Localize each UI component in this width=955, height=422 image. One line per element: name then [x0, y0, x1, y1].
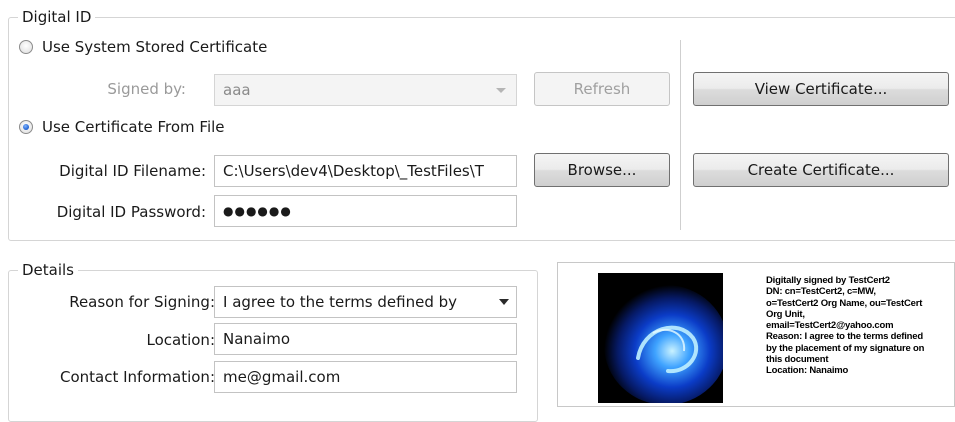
signature-image [598, 273, 723, 403]
filename-value: C:\Users\dev4\Desktop\_TestFiles\T [223, 162, 484, 180]
signature-preview: Digitally signed by TestCert2 DN: cn=Tes… [557, 262, 955, 407]
contact-input[interactable]: me@gmail.com [214, 361, 517, 393]
reason-value: I agree to the terms defined by [223, 293, 458, 311]
signature-swirl-graphic [598, 273, 723, 403]
contact-value: me@gmail.com [223, 368, 341, 386]
password-value: ●●●●●● [223, 204, 292, 218]
reason-label: Reason for Signing: [69, 293, 215, 311]
sig-line: email=TestCert2@yahoo.com [766, 320, 894, 332]
reason-select[interactable]: I agree to the terms defined by [214, 286, 517, 318]
refresh-button[interactable]: Refresh [534, 72, 670, 106]
sig-line: Reason: I agree to the terms defined [766, 331, 923, 343]
location-input[interactable]: Nanaimo [214, 323, 517, 355]
signed-by-value: aaa [223, 81, 251, 99]
sig-line: this document [766, 354, 829, 366]
sig-line: by the placement of my signature on [766, 342, 925, 354]
location-label: Location: [146, 331, 216, 349]
create-certificate-button[interactable]: Create Certificate... [693, 153, 949, 187]
sig-line: Org Unit, [766, 308, 805, 320]
sig-line: Digitally signed by TestCert2 [766, 275, 890, 286]
digital-id-legend: Digital ID [18, 8, 96, 26]
location-value: Nanaimo [223, 330, 291, 348]
filename-label: Digital ID Filename: [59, 162, 206, 180]
reason-dropdown-icon[interactable] [499, 299, 509, 305]
system-cert-label[interactable]: Use System Stored Certificate [42, 37, 267, 57]
file-cert-radio[interactable] [19, 120, 33, 134]
signature-text-block: Digitally signed by TestCert2 DN: cn=Tes… [766, 275, 954, 377]
sig-line: Location: Nanaimo [766, 365, 849, 377]
digital-id-separator [680, 40, 681, 230]
sig-line: o=TestCert2 Org Name, ou=TestCert [766, 297, 923, 309]
password-input[interactable]: ●●●●●● [214, 195, 517, 227]
signed-by-select[interactable]: aaa [214, 74, 517, 106]
contact-label: Contact Information: [59, 368, 215, 386]
file-cert-label[interactable]: Use Certificate From File [42, 117, 225, 137]
signed-by-label: Signed by: [107, 80, 186, 98]
view-certificate-button[interactable]: View Certificate... [693, 72, 949, 106]
signed-by-dropdown-icon [496, 88, 506, 93]
details-legend: Details [18, 261, 79, 279]
sig-line: DN: cn=TestCert2, c=MW, [766, 286, 876, 298]
browse-button[interactable]: Browse... [534, 153, 670, 187]
password-label: Digital ID Password: [56, 203, 206, 221]
system-cert-radio[interactable] [19, 40, 33, 54]
filename-input[interactable]: C:\Users\dev4\Desktop\_TestFiles\T [214, 155, 517, 187]
